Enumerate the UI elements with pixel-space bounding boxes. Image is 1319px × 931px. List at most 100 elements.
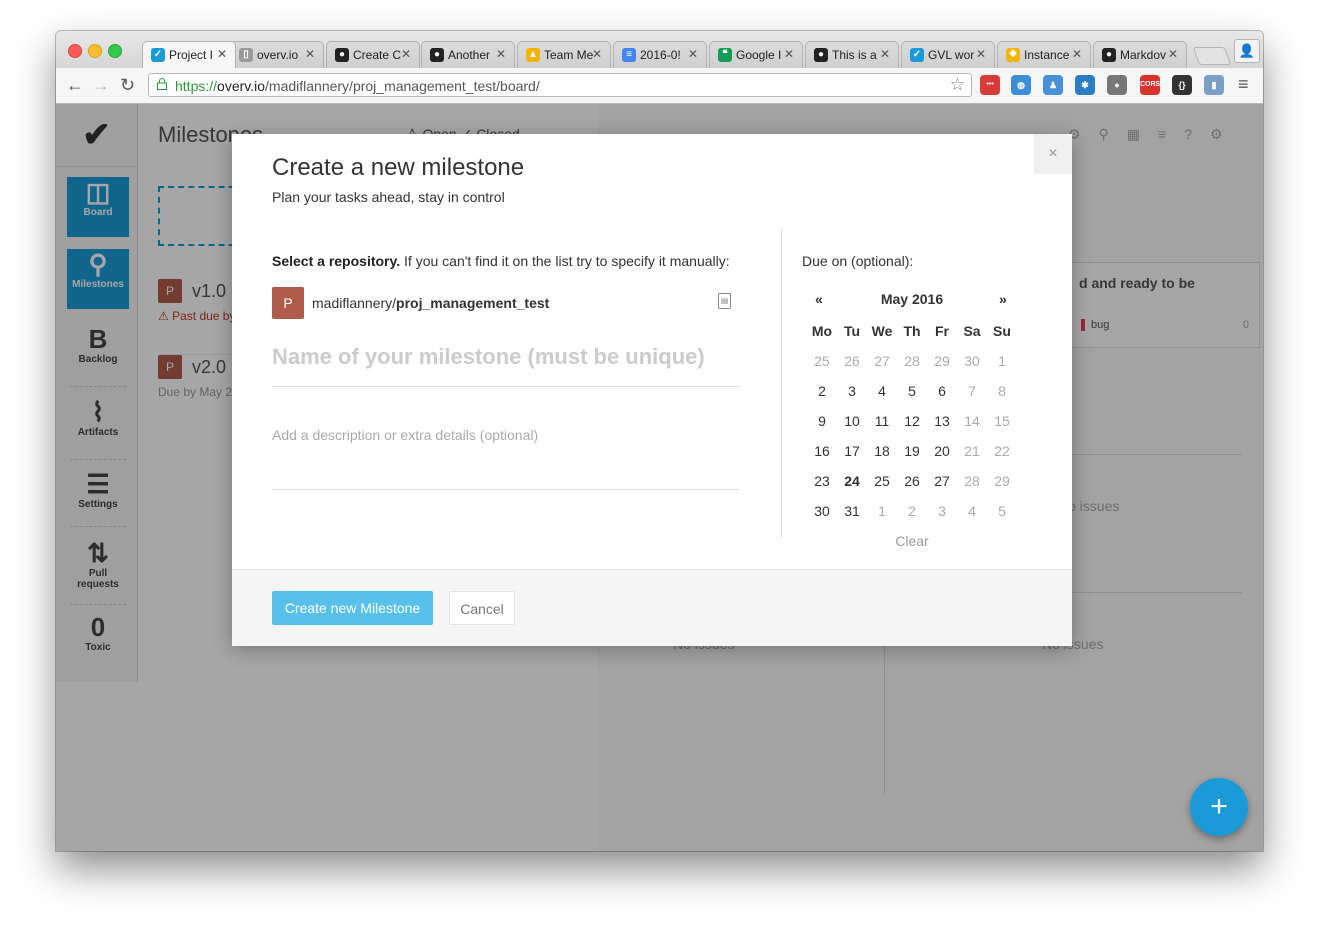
reload-icon[interactable]: ↻ — [120, 75, 135, 96]
tab-4[interactable]: ● Another ✕ — [421, 41, 515, 68]
tab-11[interactable]: ● Markdov ✕ — [1093, 41, 1187, 68]
document-icon: ▯ — [239, 48, 253, 62]
create-milestone-button[interactable]: Create new Milestone — [272, 591, 433, 625]
calendar-month[interactable]: May 2016 — [807, 291, 1017, 307]
calendar-day[interactable]: 13 — [927, 413, 957, 429]
tab-10[interactable]: ❖ Instance ✕ — [997, 41, 1091, 68]
back-arrow-icon[interactable]: ← — [66, 75, 84, 96]
repository-book-icon[interactable]: ▤ — [718, 293, 731, 309]
ext-dots-icon[interactable]: ••• — [980, 75, 1000, 95]
tab-close-icon[interactable]: ✕ — [1168, 47, 1178, 61]
tab-2[interactable]: ▯ overv.io ✕ — [230, 41, 324, 68]
calendar-day[interactable]: 6 — [927, 383, 957, 399]
github-icon: ● — [430, 48, 444, 62]
ext-grey-circle-icon[interactable]: ● — [1107, 75, 1127, 95]
tab-3[interactable]: ● Create C ✕ — [326, 41, 420, 68]
tab-close-icon[interactable]: ✕ — [401, 47, 411, 61]
tab-close-icon[interactable]: ✕ — [1072, 47, 1082, 61]
calendar-day[interactable]: 1 — [867, 503, 897, 519]
calendar-day[interactable]: 31 — [837, 503, 867, 519]
calendar-day[interactable]: 30 — [957, 353, 987, 369]
tab-8[interactable]: ● This is a ✕ — [805, 41, 899, 68]
tab-close-icon[interactable]: ✕ — [592, 47, 602, 61]
calendar-day[interactable]: 9 — [807, 413, 837, 429]
chrome-menu-icon[interactable]: ≡ — [1238, 74, 1249, 95]
cancel-button[interactable]: Cancel — [449, 591, 515, 625]
ext-book-icon[interactable]: ▮ — [1204, 75, 1224, 95]
calendar-day[interactable]: 4 — [957, 503, 987, 519]
calendar-day[interactable]: 17 — [837, 443, 867, 459]
calendar-day[interactable]: 14 — [957, 413, 987, 429]
add-button[interactable]: + — [1190, 778, 1248, 836]
ext-cors-icon[interactable]: CORS — [1140, 75, 1160, 95]
calendar-day[interactable]: 12 — [897, 413, 927, 429]
new-tab-button[interactable] — [1192, 47, 1232, 65]
close-window-button[interactable] — [68, 44, 82, 58]
calendar-day[interactable]: 23 — [807, 473, 837, 489]
calendar-day[interactable]: 27 — [927, 473, 957, 489]
tab-9[interactable]: ✓ GVL wor ✕ — [901, 41, 995, 68]
milestone-description-input[interactable]: Add a description or extra details (opti… — [272, 427, 740, 490]
minimize-window-button[interactable] — [88, 44, 102, 58]
calendar-day[interactable]: 25 — [807, 353, 837, 369]
calendar-day[interactable]: 26 — [897, 473, 927, 489]
repository-select[interactable]: P madiflannery/proj_management_test ▤ — [272, 287, 742, 321]
bookmark-star-icon[interactable]: ☆ — [950, 75, 965, 95]
calendar-day[interactable]: 3 — [927, 503, 957, 519]
tab-1[interactable]: ✓ Project I ✕ — [142, 41, 236, 68]
calendar-day[interactable]: 18 — [867, 443, 897, 459]
calendar-day[interactable]: 2 — [807, 383, 837, 399]
tab-7[interactable]: ❝ Google I ✕ — [709, 41, 803, 68]
calendar-day[interactable]: 29 — [987, 473, 1017, 489]
milestone-name-input[interactable]: Name of your milestone (must be unique) — [272, 344, 740, 387]
calendar-day[interactable]: 28 — [957, 473, 987, 489]
calendar-day[interactable]: 21 — [957, 443, 987, 459]
tab-close-icon[interactable]: ✕ — [688, 47, 698, 61]
calendar-day[interactable]: 16 — [807, 443, 837, 459]
calendar-day[interactable]: 29 — [927, 353, 957, 369]
ext-network-icon[interactable]: ✱ — [1075, 75, 1095, 95]
tab-close-icon[interactable]: ✕ — [217, 47, 227, 61]
tab-6[interactable]: ≡ 2016-0! ✕ — [613, 41, 707, 68]
ext-braces-icon[interactable]: {} — [1172, 75, 1192, 95]
calendar-day[interactable]: 19 — [897, 443, 927, 459]
calendar-day[interactable]: 20 — [927, 443, 957, 459]
calendar-day[interactable]: 8 — [987, 383, 1017, 399]
calendar-day[interactable]: 15 — [987, 413, 1017, 429]
forward-arrow-icon[interactable]: → — [92, 75, 110, 96]
tab-close-icon[interactable]: ✕ — [880, 47, 890, 61]
calendar-day[interactable]: 4 — [867, 383, 897, 399]
calendar-header: « May 2016 » — [807, 289, 1017, 311]
calendar-day[interactable]: 22 — [987, 443, 1017, 459]
next-month-button[interactable]: » — [999, 291, 1007, 307]
close-icon[interactable]: × — [1034, 134, 1072, 174]
calendar-day[interactable]: 27 — [867, 353, 897, 369]
ext-globe-icon[interactable]: ◍ — [1011, 75, 1031, 95]
calendar-day[interactable]: 10 — [837, 413, 867, 429]
calendar-day[interactable]: 11 — [867, 413, 897, 429]
tab-close-icon[interactable]: ✕ — [305, 47, 315, 61]
calendar-day[interactable]: 2 — [897, 503, 927, 519]
tab-close-icon[interactable]: ✕ — [496, 47, 506, 61]
zoom-window-button[interactable] — [108, 44, 122, 58]
calendar-day[interactable]: 1 — [987, 353, 1017, 369]
calendar-day[interactable]: 25 — [867, 473, 897, 489]
github-icon: ● — [335, 48, 349, 62]
calendar-day[interactable]: 3 — [837, 383, 867, 399]
tab-label: Instance — [1024, 48, 1070, 62]
calendar-day[interactable]: 7 — [957, 383, 987, 399]
calendar-day[interactable]: 5 — [897, 383, 927, 399]
calendar-day[interactable]: 30 — [807, 503, 837, 519]
calendar-clear-button[interactable]: Clear — [807, 533, 1017, 549]
tab-close-icon[interactable]: ✕ — [976, 47, 986, 61]
tab-close-icon[interactable]: ✕ — [784, 47, 794, 61]
modal-footer: Create new Milestone Cancel — [232, 569, 1072, 646]
ext-person-icon[interactable]: ♟ — [1043, 75, 1063, 95]
calendar-day[interactable]: 28 — [897, 353, 927, 369]
calendar-day[interactable]: 24 — [837, 473, 867, 489]
address-bar[interactable]: https://overv.io/madiflannery/proj_manag… — [148, 73, 972, 97]
profile-icon[interactable]: 👤 — [1234, 39, 1260, 63]
calendar-day[interactable]: 26 — [837, 353, 867, 369]
tab-5[interactable]: ▲ Team Me ✕ — [517, 41, 611, 68]
calendar-day[interactable]: 5 — [987, 503, 1017, 519]
